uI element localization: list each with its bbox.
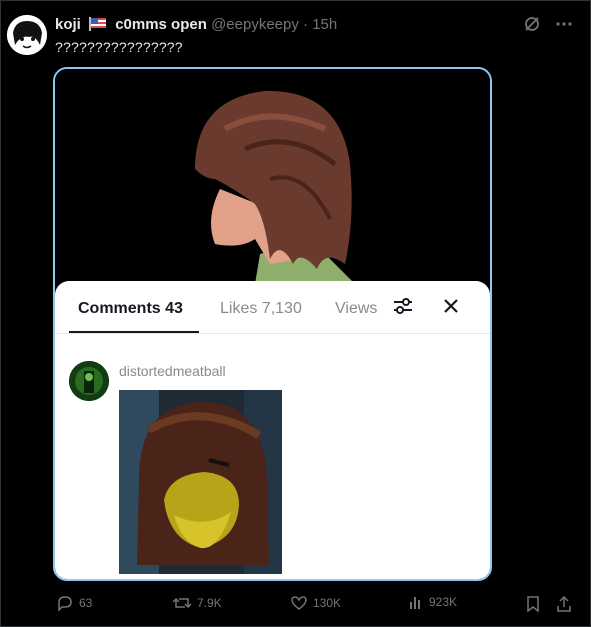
- tweet-timestamp[interactable]: 15h: [312, 16, 337, 33]
- author-name-suffix[interactable]: c0mms open: [115, 16, 207, 33]
- repost-count: 7.9K: [197, 596, 222, 610]
- share-icon[interactable]: [555, 595, 573, 618]
- reply-button[interactable]: 63: [56, 594, 92, 612]
- view-count: 923K: [429, 595, 458, 609]
- close-icon[interactable]: [443, 298, 459, 319]
- tweet-media[interactable]: Comments 43 Likes 7,130 Views distortedm…: [53, 67, 492, 581]
- reply-icon: [58, 596, 72, 612]
- author-handle[interactable]: @eepykeepy: [211, 16, 299, 33]
- tweet-text: ????????????????: [55, 39, 183, 55]
- author-avatar[interactable]: [7, 15, 47, 55]
- comments-sheet: Comments 43 Likes 7,130 Views distortedm…: [55, 281, 490, 579]
- flag-icon: [89, 17, 107, 35]
- active-tab-indicator: [69, 331, 199, 333]
- grok-icon[interactable]: [523, 15, 541, 38]
- filter-sliders-icon[interactable]: [392, 296, 414, 321]
- repost-button[interactable]: 7.9K: [172, 594, 222, 612]
- views-button[interactable]: 923K: [408, 594, 457, 610]
- commenter-avatar[interactable]: [69, 361, 109, 401]
- separator-dot: ·: [303, 16, 309, 33]
- tweet-header: koji c0mms open @eepykeepy · 15h: [55, 16, 337, 35]
- sheet-tabs: Comments 43 Likes 7,130 Views: [55, 281, 490, 334]
- reply-count: 63: [79, 596, 93, 610]
- heart-icon: [291, 596, 307, 610]
- tab-likes[interactable]: Likes 7,130: [220, 300, 302, 318]
- commenter-username[interactable]: distortedmeatball: [119, 363, 226, 379]
- views-chart-icon: [410, 597, 420, 609]
- repost-icon: [172, 597, 192, 609]
- like-count: 130K: [313, 596, 342, 610]
- tab-views[interactable]: Views: [335, 300, 377, 318]
- like-button[interactable]: 130K: [290, 594, 341, 612]
- tweet-action-bar: 63 7.9K 130K 923K: [0, 594, 591, 616]
- tweet-top-actions: [523, 15, 573, 38]
- author-name[interactable]: koji: [55, 16, 81, 33]
- comment-image[interactable]: [119, 390, 282, 574]
- more-options-icon[interactable]: [555, 15, 573, 38]
- bookmark-icon[interactable]: [525, 595, 541, 618]
- tab-comments[interactable]: Comments 43: [78, 300, 183, 318]
- artwork-image: [55, 69, 490, 284]
